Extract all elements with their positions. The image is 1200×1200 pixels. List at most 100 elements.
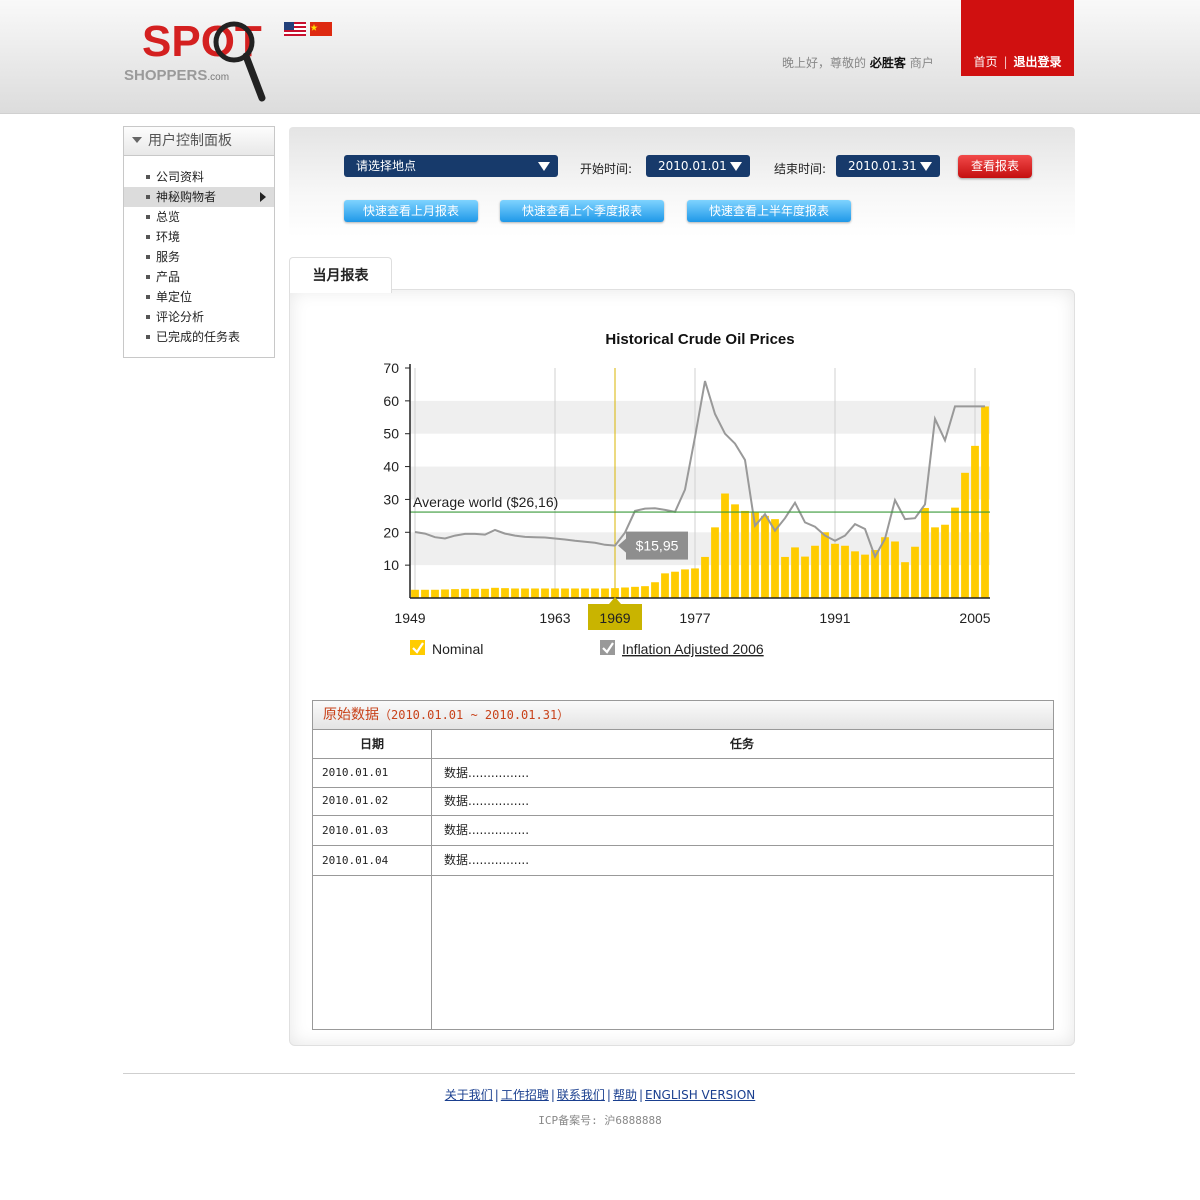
merchant-name: 必胜客 bbox=[869, 56, 906, 70]
sidebar-item-review-analysis[interactable]: 评论分析 bbox=[124, 307, 274, 327]
row-task: 数据................ bbox=[444, 794, 530, 808]
chart-bar bbox=[631, 586, 639, 598]
table-row[interactable]: 2010.01.02 数据................ bbox=[313, 788, 1053, 816]
y-tick-label: 60 bbox=[383, 393, 399, 409]
dropdown-caret-icon bbox=[920, 162, 932, 171]
table-date-range: （2010.01.01 ~ 2010.01.31） bbox=[379, 708, 570, 722]
table-row[interactable]: 2010.01.01 数据................ bbox=[313, 759, 1053, 788]
home-link[interactable]: 首页 bbox=[973, 55, 997, 69]
sidebar-item-overview[interactable]: 总览 bbox=[124, 207, 274, 227]
logout-link[interactable]: 退出登录 bbox=[1014, 55, 1062, 69]
us-flag-icon[interactable] bbox=[284, 22, 306, 36]
chart-bar bbox=[841, 545, 849, 598]
x-tick-label: 2005 bbox=[959, 610, 990, 626]
location-select[interactable]: 请选择地点 bbox=[344, 155, 558, 177]
magnifier-icon bbox=[213, 21, 266, 102]
chart-bar bbox=[521, 588, 529, 598]
raw-data-table: 原始数据（2010.01.01 ~ 2010.01.31） 日期 任务 2010… bbox=[312, 700, 1054, 1030]
chart-bar bbox=[641, 586, 649, 598]
chart-bar bbox=[951, 507, 959, 598]
chart-bar bbox=[911, 546, 919, 598]
greeting-text: 晚上好，尊敬的 必胜客 商户 bbox=[782, 56, 934, 70]
end-time-label: 结束时间: bbox=[774, 162, 827, 176]
table-row[interactable]: 2010.01.03 数据................ bbox=[313, 816, 1053, 846]
logo-shoppers-text: SHOPPERS.com bbox=[124, 67, 230, 84]
dropdown-caret-icon bbox=[730, 162, 742, 171]
quick-last-quarter-button[interactable]: 快速查看上个季度报表 bbox=[500, 200, 664, 222]
quick-last-half-year-button[interactable]: 快速查看上半年度报表 bbox=[687, 200, 851, 222]
top-nav: 首页 | 退出登录 bbox=[961, 0, 1074, 76]
chart-bar bbox=[741, 510, 749, 598]
english-version-link[interactable]: ENGLISH VERSION bbox=[645, 1088, 755, 1102]
start-date-select[interactable]: 2010.01.01 bbox=[646, 155, 750, 177]
col-header-date: 日期 bbox=[359, 737, 384, 751]
chart-title: Historical Crude Oil Prices bbox=[605, 331, 794, 348]
average-line-label: Average world ($26,16) bbox=[413, 494, 558, 510]
sidebar-header[interactable]: 用户控制面板 bbox=[124, 127, 274, 156]
sidebar-item-company-profile[interactable]: 公司资料 bbox=[124, 167, 274, 187]
chart-bar bbox=[471, 588, 479, 598]
chart-bar bbox=[421, 589, 429, 598]
quick-last-month-button[interactable]: 快速查看上月报表 bbox=[344, 200, 478, 222]
collapse-triangle-icon bbox=[132, 137, 142, 143]
chart-bar bbox=[411, 589, 419, 598]
chart-bar bbox=[681, 569, 689, 598]
start-time-label: 开始时间: bbox=[580, 162, 633, 176]
chart-bar bbox=[461, 588, 469, 598]
x-tick-label: 1977 bbox=[679, 610, 710, 626]
chart-bar bbox=[491, 587, 499, 598]
chart-bar bbox=[961, 472, 969, 598]
y-tick-label: 70 bbox=[383, 360, 399, 376]
report-panel: Historical Crude Oil Prices Average world… bbox=[289, 289, 1075, 1046]
dropdown-caret-icon bbox=[538, 162, 550, 171]
help-link[interactable]: 帮助 bbox=[613, 1088, 637, 1102]
footer-divider bbox=[123, 1073, 1075, 1074]
footer-links: 关于我们 | 工作招聘 | 联系我们 | 帮助 | ENGLISH VERSION bbox=[444, 1088, 756, 1102]
header-bar: SPOT SHOPPERS.com 晚上好，尊敬的 必胜客 商户 首页 | 退出登录 bbox=[0, 0, 1200, 114]
chart-bar bbox=[691, 568, 699, 598]
cn-flag-icon[interactable] bbox=[310, 22, 332, 36]
oil-price-chart: Historical Crude Oil Prices Average world… bbox=[383, 331, 990, 657]
chart-bar bbox=[651, 582, 659, 598]
chart-bar bbox=[721, 493, 729, 598]
sidebar-item-service[interactable]: 服务 bbox=[124, 247, 274, 267]
y-tick-label: 50 bbox=[383, 426, 399, 442]
end-date-select[interactable]: 2010.01.31 bbox=[836, 155, 940, 177]
sidebar-item-mystery-shopper[interactable]: 神秘购物者 bbox=[124, 187, 274, 207]
tab-monthly-report[interactable]: 当月报表 bbox=[289, 257, 392, 293]
x-tick-label: 1963 bbox=[539, 610, 570, 626]
chart-bar bbox=[511, 588, 519, 598]
chart-bar bbox=[831, 543, 839, 598]
chart-bar bbox=[561, 588, 569, 598]
sidebar-item-location[interactable]: 单定位 bbox=[124, 287, 274, 307]
chart-bar bbox=[711, 527, 719, 598]
chart-bar bbox=[921, 507, 929, 598]
chart-bar bbox=[451, 589, 459, 598]
legend-label: Nominal bbox=[432, 641, 483, 657]
chart-bar bbox=[571, 588, 579, 598]
table-header-row: 日期 任务 bbox=[313, 730, 1053, 759]
chart-bar bbox=[811, 545, 819, 598]
chart-bar bbox=[551, 588, 559, 598]
row-task: 数据................ bbox=[444, 853, 530, 867]
submenu-arrow-icon bbox=[260, 192, 266, 202]
contact-us-link[interactable]: 联系我们 bbox=[557, 1088, 605, 1102]
sidebar-item-product[interactable]: 产品 bbox=[124, 267, 274, 287]
chart-bar bbox=[881, 537, 889, 598]
jobs-link[interactable]: 工作招聘 bbox=[501, 1088, 549, 1102]
site-logo[interactable]: SPOT SHOPPERS.com bbox=[124, 18, 274, 102]
chart-bar bbox=[941, 524, 949, 598]
table-row[interactable]: 2010.01.04 数据................ bbox=[313, 846, 1053, 876]
row-task: 数据................ bbox=[444, 766, 530, 780]
x-tick-label: 1969 bbox=[599, 610, 630, 626]
view-report-button[interactable]: 查看报表 bbox=[958, 155, 1032, 178]
chart-bar bbox=[671, 571, 679, 598]
y-tick-label: 30 bbox=[383, 491, 399, 507]
about-us-link[interactable]: 关于我们 bbox=[445, 1088, 493, 1102]
table-title: 原始数据（2010.01.01 ~ 2010.01.31） bbox=[313, 701, 1053, 730]
sidebar-item-completed-tasks[interactable]: 已完成的任务表 bbox=[124, 327, 274, 347]
sidebar-item-environment[interactable]: 环境 bbox=[124, 227, 274, 247]
x-tick-label: 1949 bbox=[394, 610, 425, 626]
chart-bar bbox=[801, 556, 809, 598]
y-tick-label: 20 bbox=[383, 524, 399, 540]
